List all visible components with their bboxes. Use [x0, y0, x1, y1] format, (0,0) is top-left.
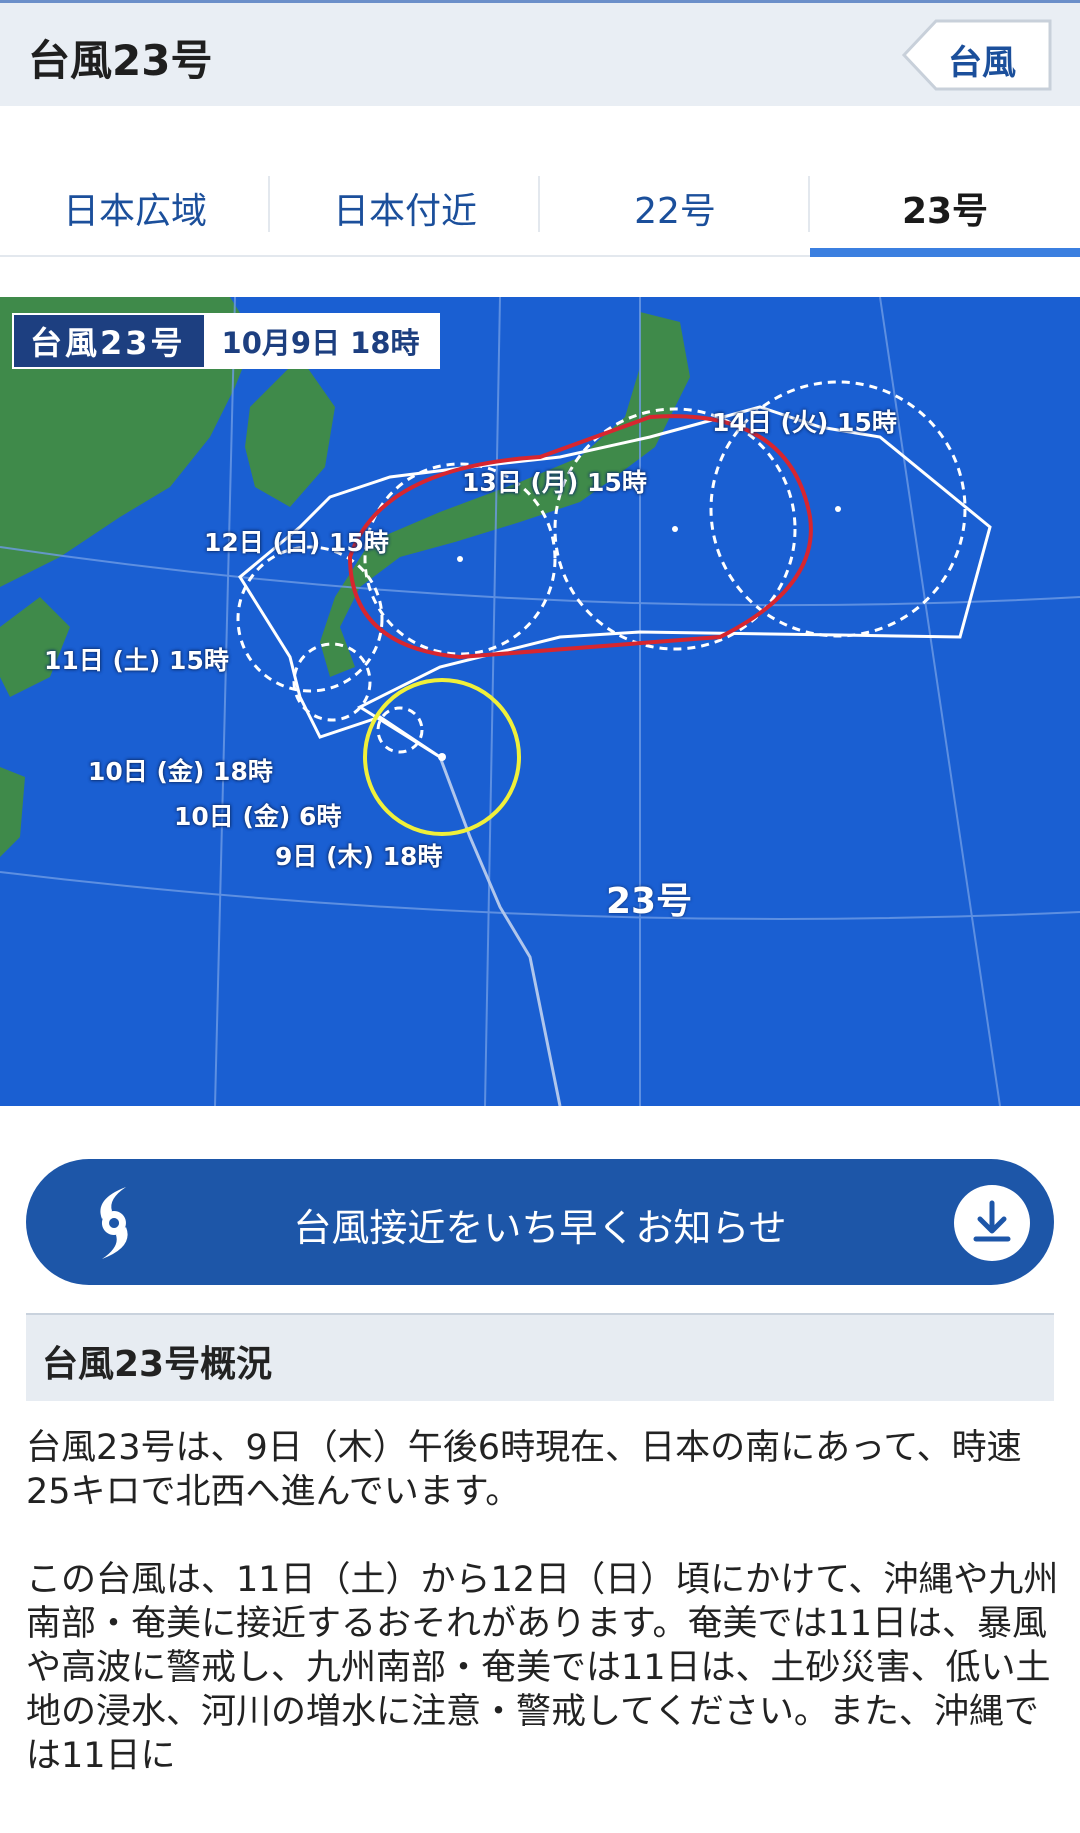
tab-japan-wide[interactable]: 日本広域: [0, 160, 270, 255]
back-to-typhoon-button[interactable]: 台風: [902, 17, 1054, 93]
summary-paragraph: 台風23号は、9日（木）午後6時現在、日本の南にあって、時速25キロで北西へ進ん…: [26, 1428, 1022, 1512]
tab-bar: 日本広域 日本付近 22号 23号: [0, 160, 1080, 257]
tab-typhoon-23[interactable]: 23号: [810, 160, 1080, 257]
tab-japan-near[interactable]: 日本付近: [270, 160, 540, 255]
map-typhoon-badge: 台風23号 10月9日 18時: [12, 313, 440, 369]
tab-typhoon-22[interactable]: 22号: [540, 160, 810, 255]
forecast-label-13: 13日 (月) 15時: [462, 468, 647, 497]
typhoon-alert-button[interactable]: 台風接近をいち早くお知らせ: [26, 1159, 1054, 1285]
page-title: 台風23号: [28, 36, 213, 85]
typhoon-forecast-map[interactable]: 台風23号 10月9日 18時 14日 (火) 15時 13日 (月) 15時 …: [0, 297, 1080, 1106]
typhoon-number-label: 23号: [606, 881, 693, 922]
map-graphic: [0, 297, 1080, 1106]
forecast-label-9-18: 9日 (木) 18時: [275, 842, 443, 871]
summary-text: 台風23号は、9日（木）午後6時現在、日本の南にあって、時速25キロで北西へ進ん…: [26, 1426, 1060, 1822]
forecast-label-10-6: 10日 (金) 6時: [174, 802, 342, 831]
forecast-label-12: 12日 (日) 15時: [204, 528, 389, 557]
map-badge-time: 10月9日 18時: [203, 315, 438, 367]
back-button-label: 台風: [948, 43, 1016, 83]
app-header: 台風23号 台風: [0, 0, 1080, 106]
forecast-label-14: 14日 (火) 15時: [712, 408, 897, 437]
download-icon: [954, 1185, 1030, 1261]
summary-paragraph: この台風は、11日（土）から12日（日）頃にかけて、沖縄や九州南部・奄美に接近す…: [26, 1560, 1059, 1776]
alert-button-label: 台風接近をいち早くお知らせ: [293, 1206, 787, 1250]
forecast-label-11: 11日 (土) 15時: [44, 646, 229, 675]
map-badge-name: 台風23号: [30, 324, 186, 362]
summary-heading: 台風23号概況: [42, 1344, 273, 1385]
forecast-label-10-18: 10日 (金) 18時: [88, 757, 273, 786]
summary-heading-bar: 台風23号概況: [26, 1313, 1054, 1401]
